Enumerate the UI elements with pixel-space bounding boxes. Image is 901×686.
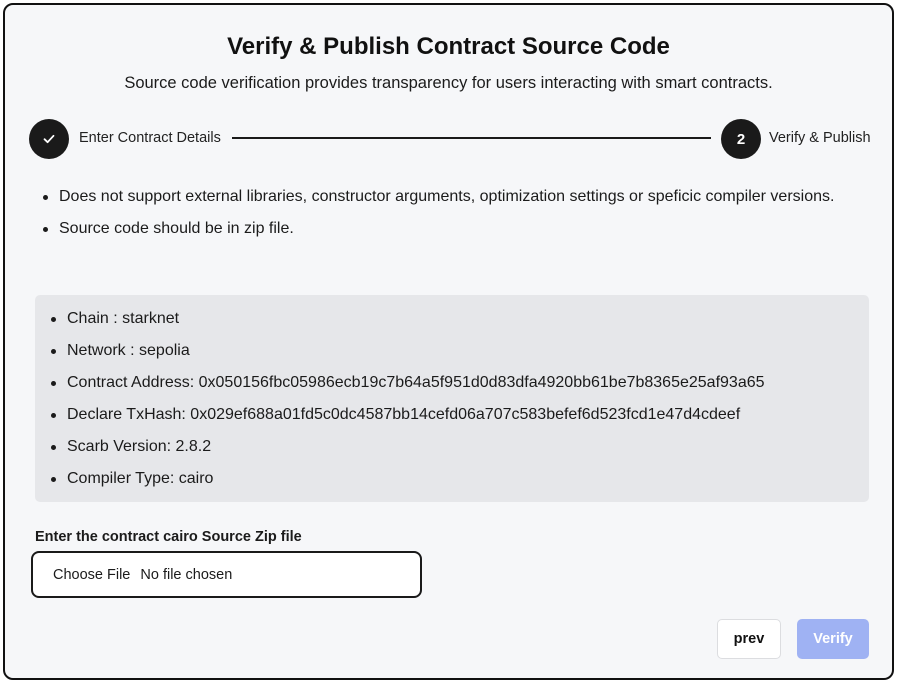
detail-declare-txhash: Declare TxHash: 0x029ef688a01fd5c0dc4587… — [49, 403, 765, 427]
contract-details-list: Chain : starknet Network : sepolia Contr… — [49, 307, 765, 499]
file-status-text: No file chosen — [140, 566, 233, 583]
page-title: Verify & Publish Contract Source Code — [227, 33, 670, 60]
detail-contract-address: Contract Address: 0x050156fbc05986ecb19c… — [49, 371, 765, 395]
step-1-indicator — [29, 119, 69, 159]
detail-chain: Chain : starknet — [49, 307, 765, 331]
note-item: Source code should be in zip file. — [41, 217, 841, 241]
detail-network: Network : sepolia — [49, 339, 765, 363]
detail-scarb-version: Scarb Version: 2.8.2 — [49, 435, 765, 459]
verify-publish-card: Verify & Publish Contract Source Code So… — [3, 3, 894, 680]
page-subtitle: Source code verification provides transp… — [124, 74, 773, 92]
step-1-label: Enter Contract Details — [79, 130, 221, 146]
check-icon — [43, 134, 55, 144]
contract-details-panel: Chain : starknet Network : sepolia Contr… — [35, 295, 869, 502]
file-input-label: Enter the contract cairo Source Zip file — [35, 529, 302, 545]
verify-button[interactable]: Verify — [797, 619, 869, 659]
step-connector — [232, 137, 711, 139]
detail-compiler-type: Compiler Type: cairo — [49, 467, 765, 491]
note-item: Does not support external libraries, con… — [41, 185, 841, 209]
notes-list: Does not support external libraries, con… — [41, 185, 841, 249]
prev-button[interactable]: prev — [717, 619, 781, 659]
step-2-indicator: 2 — [721, 119, 761, 159]
source-zip-file-input[interactable]: Choose File No file chosen — [31, 551, 422, 598]
step-2-label: Verify & Publish — [769, 130, 871, 146]
choose-file-button[interactable]: Choose File — [53, 567, 130, 583]
